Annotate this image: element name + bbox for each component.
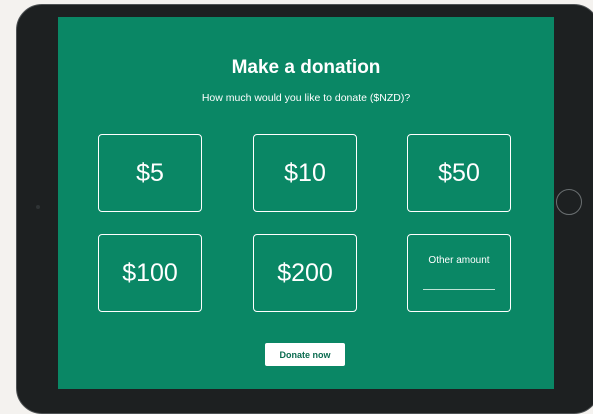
amount-option-50[interactable]: $50 [407, 134, 511, 212]
amount-option-5[interactable]: $5 [98, 134, 202, 212]
other-amount-box[interactable]: Other amount [407, 234, 511, 312]
donation-screen: Make a donation How much would you like … [58, 17, 554, 389]
amount-option-10[interactable]: $10 [253, 134, 357, 212]
donate-now-button[interactable]: Donate now [265, 343, 345, 366]
camera-dot [36, 205, 40, 209]
page-subtitle: How much would you like to donate ($NZD)… [201, 92, 411, 104]
page-title: Make a donation [231, 57, 381, 78]
amount-option-200[interactable]: $200 [253, 234, 357, 312]
home-button[interactable] [556, 189, 582, 215]
amount-option-100[interactable]: $100 [98, 234, 202, 312]
other-amount-input[interactable] [423, 279, 495, 290]
other-amount-label: Other amount [428, 255, 490, 266]
